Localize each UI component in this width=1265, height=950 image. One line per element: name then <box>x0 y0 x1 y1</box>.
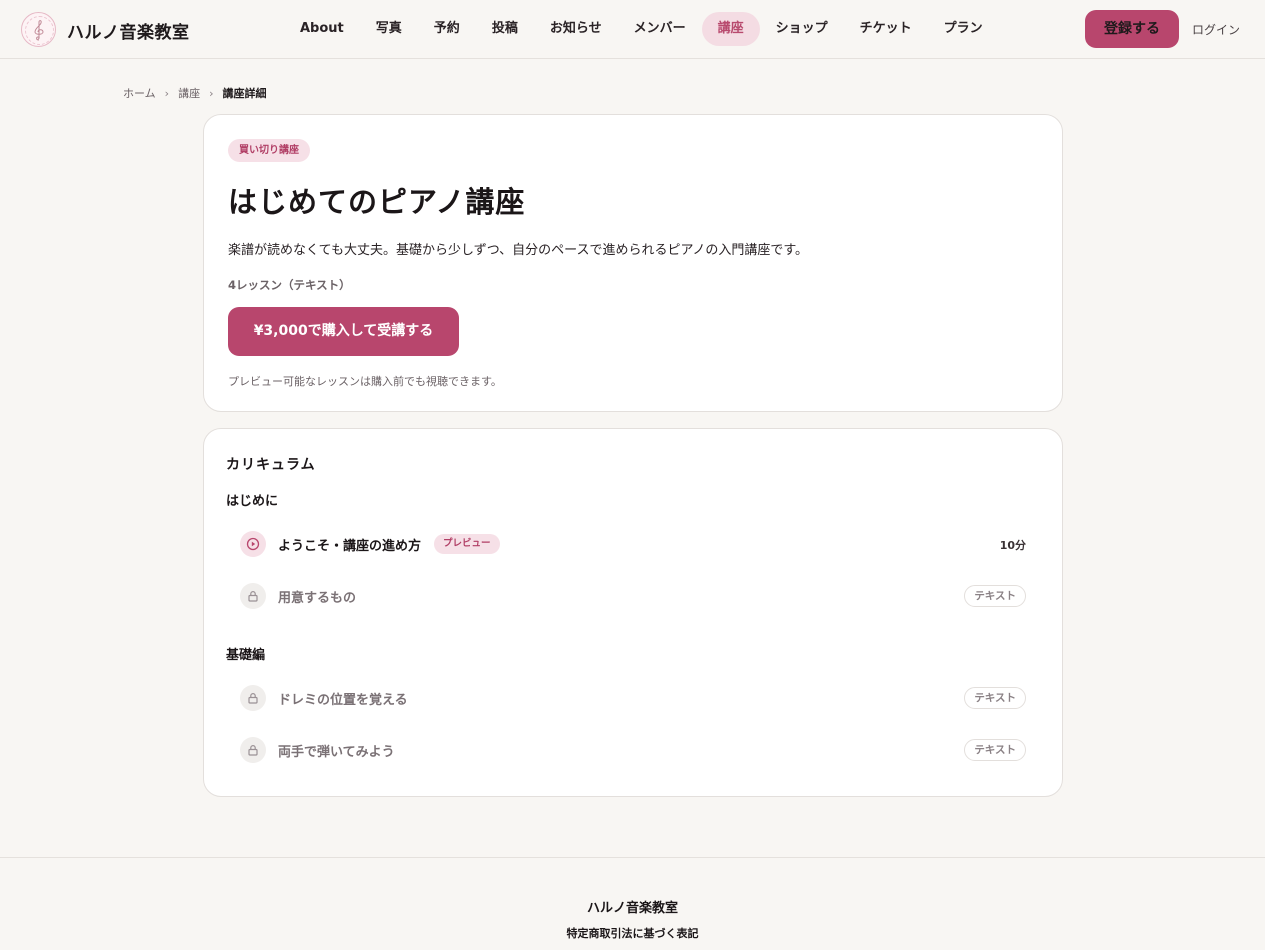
lesson-duration: 10分 <box>999 539 1026 552</box>
purchase-button[interactable]: ¥3,000で購入して受講する <box>228 307 459 356</box>
lock-icon <box>240 583 266 609</box>
lesson-row[interactable]: 両手で弾いてみよう テキスト <box>240 737 1026 763</box>
footer-site-name: ハルノ音楽教室 <box>586 901 678 916</box>
nav-item-news[interactable]: お知らせ <box>534 12 618 46</box>
site-header: ハルノ音楽教室 About 写真 予約 投稿 お知らせ メンバー 講座 ショップ… <box>0 0 1265 59</box>
preview-badge: プレビュー <box>434 534 500 554</box>
course-description: 楽譜が読めなくても大丈夫。基礎から少しずつ、自分のペースで進められるピアノの入門… <box>228 243 809 258</box>
lock-icon <box>240 685 266 711</box>
lesson-type-pill: テキスト <box>964 739 1026 761</box>
lesson-row[interactable]: ドレミの位置を覚える テキスト <box>240 685 1026 711</box>
breadcrumb-home[interactable]: ホーム <box>123 85 156 101</box>
course-title: はじめてのピアノ講座 <box>228 185 526 219</box>
curriculum-card: カリキュラム はじめに ようこそ・講座の進め方 プレビュー 10分 用意するもの… <box>203 428 1063 797</box>
lesson-title: ドレミの位置を覚える <box>278 693 408 708</box>
preview-note: プレビュー可能なレッスンは購入前でも視聴できます。 <box>228 375 502 388</box>
site-title[interactable]: ハルノ音楽教室 <box>67 18 190 43</box>
nav-item-courses[interactable]: 講座 <box>701 12 760 46</box>
nav-item-tickets[interactable]: チケット <box>844 12 928 46</box>
login-link[interactable]: ログイン <box>1192 21 1240 38</box>
curriculum-heading: カリキュラム <box>226 457 316 473</box>
main-nav: About 写真 予約 投稿 お知らせ メンバー 講座 ショップ チケット プラ… <box>284 12 999 46</box>
site-footer: ハルノ音楽教室 特定商取引法に基づく表記 <box>0 857 1265 950</box>
course-type-badge: 買い切り講座 <box>228 139 310 162</box>
lesson-row[interactable]: ようこそ・講座の進め方 プレビュー 10分 <box>240 531 1026 557</box>
nav-item-photos[interactable]: 写真 <box>360 12 418 46</box>
lesson-title: ようこそ・講座の進め方 <box>278 539 422 554</box>
nav-item-shop[interactable]: ショップ <box>760 12 844 46</box>
nav-item-plans[interactable]: プラン <box>928 12 999 46</box>
nav-item-posts[interactable]: 投稿 <box>476 12 534 46</box>
lesson-title: 両手で弾いてみよう <box>278 745 395 760</box>
nav-item-booking[interactable]: 予約 <box>418 12 476 46</box>
play-icon <box>240 531 266 557</box>
chevron-right-icon: › <box>164 86 170 100</box>
chevron-right-icon: › <box>209 86 214 100</box>
section-title: はじめに <box>226 494 279 509</box>
register-button[interactable]: 登録する <box>1085 10 1179 48</box>
breadcrumb-current: 講座詳細 <box>222 87 267 100</box>
lesson-type-pill: テキスト <box>964 687 1026 709</box>
treble-clef-icon[interactable] <box>21 12 56 47</box>
breadcrumb-courses[interactable]: 講座 <box>178 85 200 101</box>
lock-icon <box>240 737 266 763</box>
nav-item-members[interactable]: メンバー <box>618 12 702 46</box>
legal-notice-link[interactable]: 特定商取引法に基づく表記 <box>0 925 1265 941</box>
lesson-row[interactable]: 用意するもの テキスト <box>240 583 1026 609</box>
breadcrumb: ホーム › 講座 › 講座詳細 <box>123 85 266 101</box>
lesson-type-pill: テキスト <box>964 585 1026 607</box>
lesson-title: 用意するもの <box>278 591 357 606</box>
lesson-count: 4レッスン（テキスト） <box>228 278 351 292</box>
course-summary-card: 買い切り講座 はじめてのピアノ講座 楽譜が読めなくても大丈夫。基礎から少しずつ、… <box>203 114 1063 412</box>
nav-item-about[interactable]: About <box>284 12 360 46</box>
section-title: 基礎編 <box>226 648 266 663</box>
